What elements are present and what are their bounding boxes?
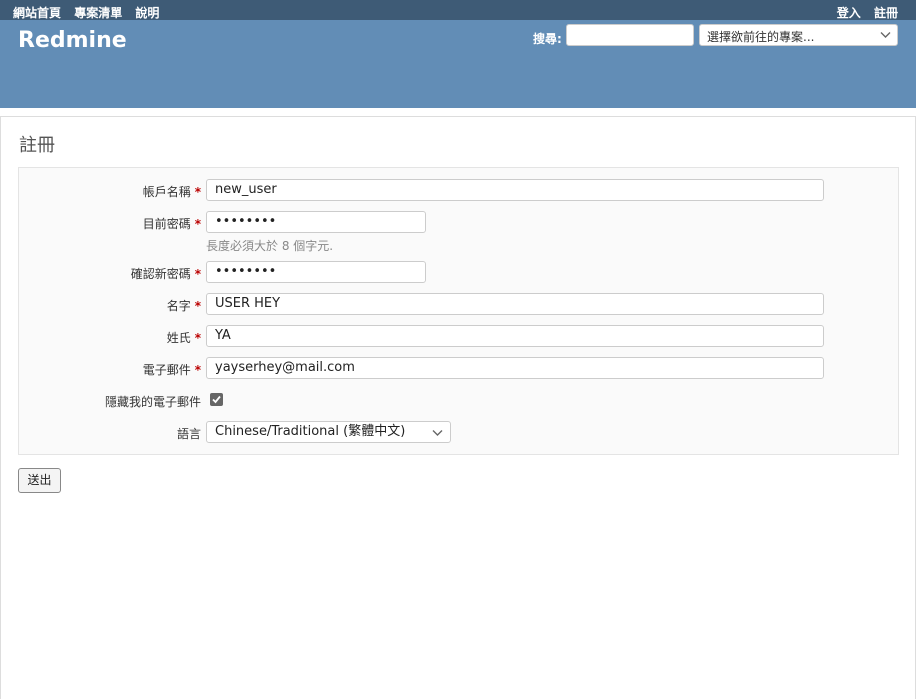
project-jump-select[interactable]: 選擇欲前往的專案... bbox=[699, 24, 898, 46]
login-link[interactable]: 登入 bbox=[837, 6, 861, 20]
search-label: 搜尋: bbox=[533, 32, 562, 46]
top-menu-right: 登入 註冊 bbox=[828, 4, 898, 21]
password-hint: 長度必須大於 8 個字元. bbox=[206, 239, 334, 253]
menu-help-link[interactable]: 說明 bbox=[135, 6, 159, 20]
mail-field[interactable]: yayserhey@mail.com bbox=[206, 357, 824, 379]
required-marker: * bbox=[194, 185, 201, 199]
required-marker: * bbox=[194, 267, 201, 281]
top-menu: 網站首頁 專案清單 說明 登入 註冊 bbox=[0, 0, 916, 20]
firstname-label: 名字 * bbox=[166, 299, 201, 313]
page-title: 註冊 bbox=[19, 135, 55, 156]
mail-label: 電子郵件 * bbox=[142, 363, 201, 377]
login-label: 帳戶名稱 * bbox=[142, 185, 201, 199]
language-value: Chinese/Traditional (繁體中文) bbox=[215, 424, 406, 439]
header: Redmine 搜尋: 選擇欲前往的專案... bbox=[0, 20, 916, 108]
hide-mail-label: 隱藏我的電子郵件 bbox=[104, 395, 201, 409]
hide-mail-checkbox[interactable] bbox=[210, 393, 223, 406]
required-marker: * bbox=[194, 299, 201, 313]
register-link[interactable]: 註冊 bbox=[874, 6, 898, 20]
search-input[interactable] bbox=[566, 24, 694, 46]
password-label: 目前密碼 * bbox=[142, 217, 201, 231]
chevron-down-icon bbox=[432, 430, 443, 436]
project-jump-label: 選擇欲前往的專案... bbox=[707, 30, 815, 44]
registration-form-box: 帳戶名稱 * new_user 目前密碼 * •••••••• 長度必須大於 8 個… bbox=[18, 167, 899, 455]
lastname-label: 姓氏 * bbox=[166, 331, 201, 345]
firstname-field[interactable]: USER HEY bbox=[206, 293, 824, 315]
submit-button[interactable]: 送出 bbox=[18, 468, 61, 493]
main-content: 註冊 帳戶名稱 * new_user 目前密碼 * •••••••• 長度必須大於 … bbox=[0, 116, 916, 699]
site-logo[interactable]: Redmine bbox=[18, 28, 127, 53]
password-confirmation-label: 確認新密碼 * bbox=[130, 267, 201, 281]
required-marker: * bbox=[194, 363, 201, 377]
password-field[interactable]: •••••••• bbox=[206, 211, 426, 233]
required-marker: * bbox=[194, 217, 201, 231]
language-select[interactable]: Chinese/Traditional (繁體中文) bbox=[206, 421, 451, 443]
checkmark-icon bbox=[212, 395, 221, 404]
chevron-down-icon bbox=[880, 32, 891, 38]
login-field[interactable]: new_user bbox=[206, 179, 824, 201]
top-menu-left: 網站首頁 專案清單 說明 bbox=[13, 4, 168, 21]
password-confirmation-field[interactable]: •••••••• bbox=[206, 261, 426, 283]
lastname-field[interactable]: YA bbox=[206, 325, 824, 347]
menu-projects-link[interactable]: 專案清單 bbox=[74, 6, 122, 20]
required-marker: * bbox=[194, 331, 201, 345]
menu-home-link[interactable]: 網站首頁 bbox=[13, 6, 61, 20]
language-label: 語言 bbox=[176, 427, 201, 441]
